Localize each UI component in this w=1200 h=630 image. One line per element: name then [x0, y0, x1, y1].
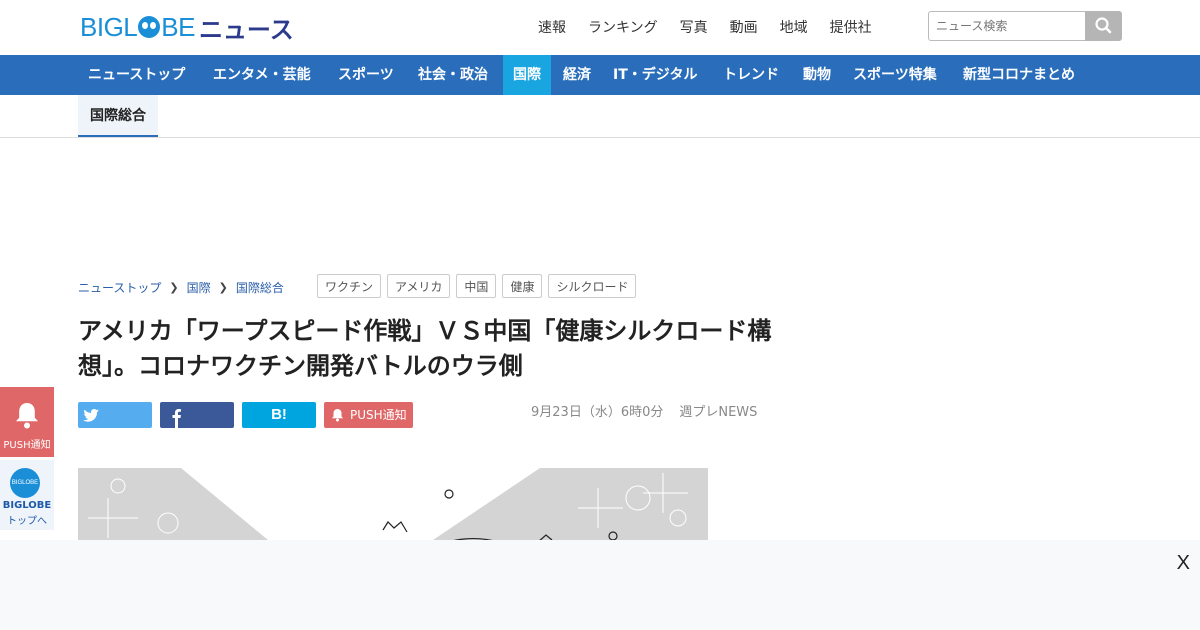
- side-push-button[interactable]: PUSH通知: [0, 387, 54, 457]
- article-meta: 9月23日（水）6時0分 週プレNEWS: [531, 401, 757, 420]
- article-title: アメリカ「ワープスピード作戦」ＶＳ中国「健康シルクロード構想」。コロナワクチン開…: [78, 317, 772, 380]
- breadcrumb: ニューストップ ❯ 国際 ❯ 国際総合: [78, 279, 284, 296]
- nav-item-sports-special[interactable]: スポーツ特集: [843, 55, 947, 95]
- biglobe-logo[interactable]: BIGL BE ニュース: [80, 10, 294, 44]
- search-input[interactable]: [928, 11, 1086, 41]
- facebook-share-button[interactable]: [160, 402, 234, 428]
- logo-news: ニュース: [198, 15, 294, 44]
- hatena-bookmark-button[interactable]: B!: [242, 402, 316, 428]
- nav-item-corona[interactable]: 新型コロナまとめ: [953, 55, 1085, 95]
- article-date: 9月23日（水）6時0分: [531, 405, 664, 420]
- twitter-icon: [83, 409, 99, 422]
- bell-icon: [331, 409, 344, 422]
- manga-illustration: [78, 468, 708, 548]
- nav-item-news-top[interactable]: ニューストップ: [78, 55, 195, 95]
- nav-item-animals[interactable]: 動物: [793, 55, 841, 95]
- close-ad-button[interactable]: X: [1177, 552, 1190, 575]
- twitter-share-button[interactable]: [78, 402, 152, 428]
- side-biglobe-sub: トップへ: [7, 516, 47, 527]
- tag-list: ワクチン アメリカ 中国 健康 シルクロード: [317, 274, 637, 298]
- breadcrumb-international-general[interactable]: 国際総合: [236, 279, 284, 296]
- facebook-icon: [172, 409, 181, 428]
- tag-health[interactable]: 健康: [502, 274, 543, 298]
- nav-item-sports[interactable]: スポーツ: [328, 55, 404, 95]
- nav-item-it-digital[interactable]: IT・デジタル: [603, 55, 707, 95]
- side-biglobe-label: BIGLOBE: [2, 500, 52, 511]
- nav-item-international[interactable]: 国際: [503, 55, 551, 95]
- search-box: [928, 11, 1122, 41]
- breadcrumb-international[interactable]: 国際: [187, 279, 211, 296]
- tag-vaccine[interactable]: ワクチン: [317, 274, 382, 298]
- logo-ball-icon: [138, 16, 161, 38]
- top-link-video[interactable]: 動画: [730, 17, 758, 37]
- sub-nav: 国際総合: [0, 95, 1200, 138]
- article-source[interactable]: 週プレNEWS: [679, 401, 757, 420]
- nav-item-economy[interactable]: 経済: [553, 55, 601, 95]
- logo-wordmark: BIGL BE: [80, 11, 195, 42]
- top-link-region[interactable]: 地域: [780, 17, 808, 37]
- bell-icon: [16, 403, 38, 429]
- top-link-photo[interactable]: 写真: [680, 17, 708, 37]
- header: BIGL BE ニュース 速報 ランキング 写真 動画 地域 提供社: [0, 0, 1200, 55]
- bottom-ad-banner: X: [0, 540, 1200, 630]
- article-image: [78, 468, 708, 548]
- chevron-right-icon: ❯: [169, 281, 179, 294]
- biglobe-ball-icon: BIGLOBE: [10, 468, 40, 498]
- search-icon: [1095, 17, 1112, 34]
- tab-international-general[interactable]: 国際総合: [78, 95, 158, 137]
- tag-china[interactable]: 中国: [456, 274, 497, 298]
- tag-america[interactable]: アメリカ: [387, 274, 451, 298]
- top-link-ranking[interactable]: ランキング: [588, 17, 658, 37]
- breadcrumb-news-top[interactable]: ニューストップ: [78, 279, 161, 296]
- top-link-providers[interactable]: 提供社: [830, 17, 872, 37]
- side-biglobe-top-button[interactable]: BIGLOBE BIGLOBE トップへ: [0, 460, 54, 530]
- top-links: 速報 ランキング 写真 動画 地域 提供社: [538, 17, 872, 37]
- push-notification-button[interactable]: PUSH通知: [324, 402, 413, 428]
- nav-item-entertainment[interactable]: エンタメ・芸能: [203, 55, 321, 95]
- chevron-right-icon: ❯: [218, 281, 228, 294]
- push-label: PUSH通知: [350, 408, 407, 422]
- side-push-label: PUSH通知: [3, 440, 51, 451]
- category-nav: ニューストップ エンタメ・芸能 スポーツ 社会・政治 国際 経済 IT・デジタル…: [0, 55, 1200, 95]
- nav-item-trend[interactable]: トレンド: [713, 55, 789, 95]
- top-link-sokuho[interactable]: 速報: [538, 17, 566, 37]
- tag-silk-road[interactable]: シルクロード: [548, 274, 637, 298]
- nav-item-society[interactable]: 社会・政治: [408, 55, 498, 95]
- search-button[interactable]: [1085, 11, 1122, 41]
